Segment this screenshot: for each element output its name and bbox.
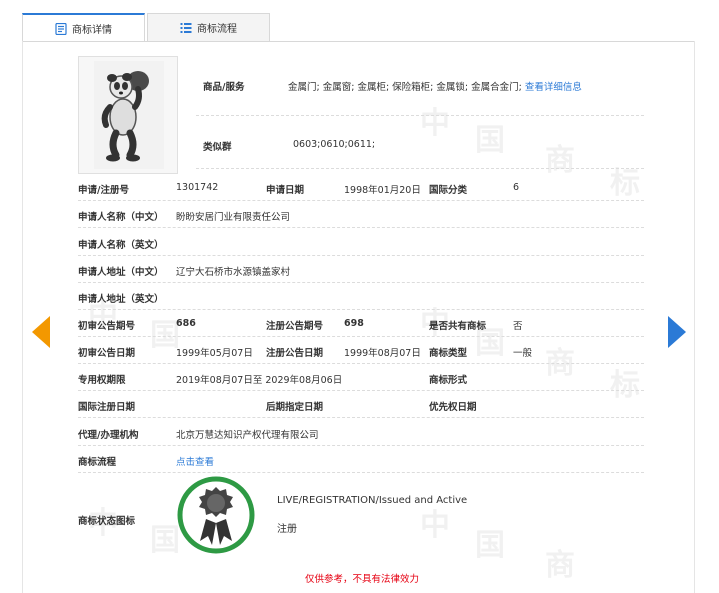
prelim-no-value: 686 [176, 318, 196, 329]
watermark-char: 标 [610, 368, 640, 403]
watermark-char: 标 [610, 166, 640, 201]
row-divider [78, 255, 644, 256]
apply-date-label: 申请日期 [266, 185, 305, 196]
similar-group-value: 0603;0610;0611; [293, 139, 376, 150]
tab-label: 商标流程 [197, 24, 237, 35]
row-divider [78, 472, 644, 473]
goods-services-label: 商品/服务 [203, 82, 245, 93]
row-divider [196, 168, 644, 169]
status-icon-label: 商标状态图标 [78, 516, 136, 527]
shared-value: 否 [513, 321, 523, 332]
watermark-char: 中 [420, 508, 450, 543]
tab-bar: 商标详情 商标流程 [22, 13, 272, 42]
list-icon [180, 22, 192, 33]
address-cn-label: 申请人地址（中文） [78, 267, 164, 278]
intl-class-label: 国际分类 [429, 185, 468, 196]
apply-date-value: 1998年01月20日 [344, 185, 421, 196]
tab-trademark-details[interactable]: 商标详情 [22, 13, 145, 42]
prelim-date-value: 1999年05月07日 [176, 348, 253, 359]
address-en-label: 申请人地址（英文） [78, 294, 164, 305]
process-label: 商标流程 [78, 457, 117, 468]
reg-notice-no-value: 698 [344, 318, 364, 329]
view-process-link[interactable]: 点击查看 [176, 454, 214, 468]
watermark-char: 国 [475, 528, 505, 563]
trademark-image [78, 56, 178, 174]
type-label: 商标类型 [429, 348, 468, 359]
agent-label: 代理/办理机构 [78, 430, 139, 441]
goods-services-text: 金属门; 金属窗; 金属柜; 保险箱柜; 金属锁; 金属合金门; [288, 82, 522, 93]
legal-disclaimer: 仅供参考，不具有法律效力 [305, 574, 420, 585]
panda-logo-icon [101, 71, 149, 162]
prelim-date-label: 初审公告日期 [78, 348, 136, 359]
row-divider [78, 309, 644, 310]
intl-reg-date-label: 国际注册日期 [78, 402, 136, 413]
form-label: 商标形式 [429, 375, 468, 386]
address-cn-value: 辽宁大石桥市水源镇盖家村 [176, 267, 291, 278]
row-divider [78, 363, 644, 364]
similar-group-label: 类似群 [203, 142, 232, 153]
tab-label: 商标详情 [72, 25, 112, 36]
row-divider [78, 200, 644, 201]
agent-value: 北京万慧达知识产权代理有限公司 [176, 430, 319, 441]
row-divider [196, 115, 644, 116]
shared-label: 是否共有商标 [429, 321, 487, 332]
applicant-cn-value: 盼盼安居门业有限责任公司 [176, 212, 291, 223]
view-details-link[interactable]: 查看详细信息 [525, 82, 582, 93]
intl-class-value: 6 [513, 182, 520, 193]
status-en-text: LIVE/REGISTRATION/Issued and Active [277, 495, 468, 506]
row-divider [78, 445, 644, 446]
reg-notice-no-label: 注册公告期号 [266, 321, 324, 332]
previous-arrow-icon[interactable] [32, 316, 50, 348]
registered-seal-icon [177, 476, 255, 554]
watermark-char: 商 [545, 346, 575, 381]
watermark-char: 商 [545, 143, 575, 178]
status-cn-text: 注册 [277, 524, 297, 535]
watermark-char: 商 [545, 548, 575, 583]
row-divider [78, 282, 644, 283]
goods-services-value: 金属门; 金属窗; 金属柜; 保险箱柜; 金属锁; 金属合金门; 查看详细信息 [288, 79, 582, 93]
watermark-char: 国 [475, 123, 505, 158]
reg-notice-date-value: 1999年08月07日 [344, 348, 421, 359]
next-arrow-icon[interactable] [668, 316, 686, 348]
row-divider [78, 336, 644, 337]
reg-no-label: 申请/注册号 [78, 185, 129, 196]
exclusive-period-label: 专用权期限 [78, 375, 126, 386]
applicant-cn-label: 申请人名称（中文） [78, 212, 164, 223]
later-date-label: 后期指定日期 [266, 402, 324, 413]
watermark-char: 中 [420, 106, 450, 141]
row-divider [78, 227, 644, 228]
priority-date-label: 优先权日期 [429, 402, 477, 413]
reg-notice-date-label: 注册公告日期 [266, 348, 324, 359]
exclusive-period-value: 2019年08月07日至 2029年08月06日 [176, 375, 343, 386]
row-divider [78, 417, 644, 418]
reg-no-value: 1301742 [176, 182, 219, 193]
trademark-image-frame [94, 61, 164, 169]
document-icon [55, 22, 67, 35]
type-value: 一般 [513, 348, 533, 359]
prelim-no-label: 初审公告期号 [78, 321, 136, 332]
row-divider [78, 390, 644, 391]
tab-trademark-process[interactable]: 商标流程 [147, 13, 270, 41]
applicant-en-label: 申请人名称（英文） [78, 240, 164, 251]
